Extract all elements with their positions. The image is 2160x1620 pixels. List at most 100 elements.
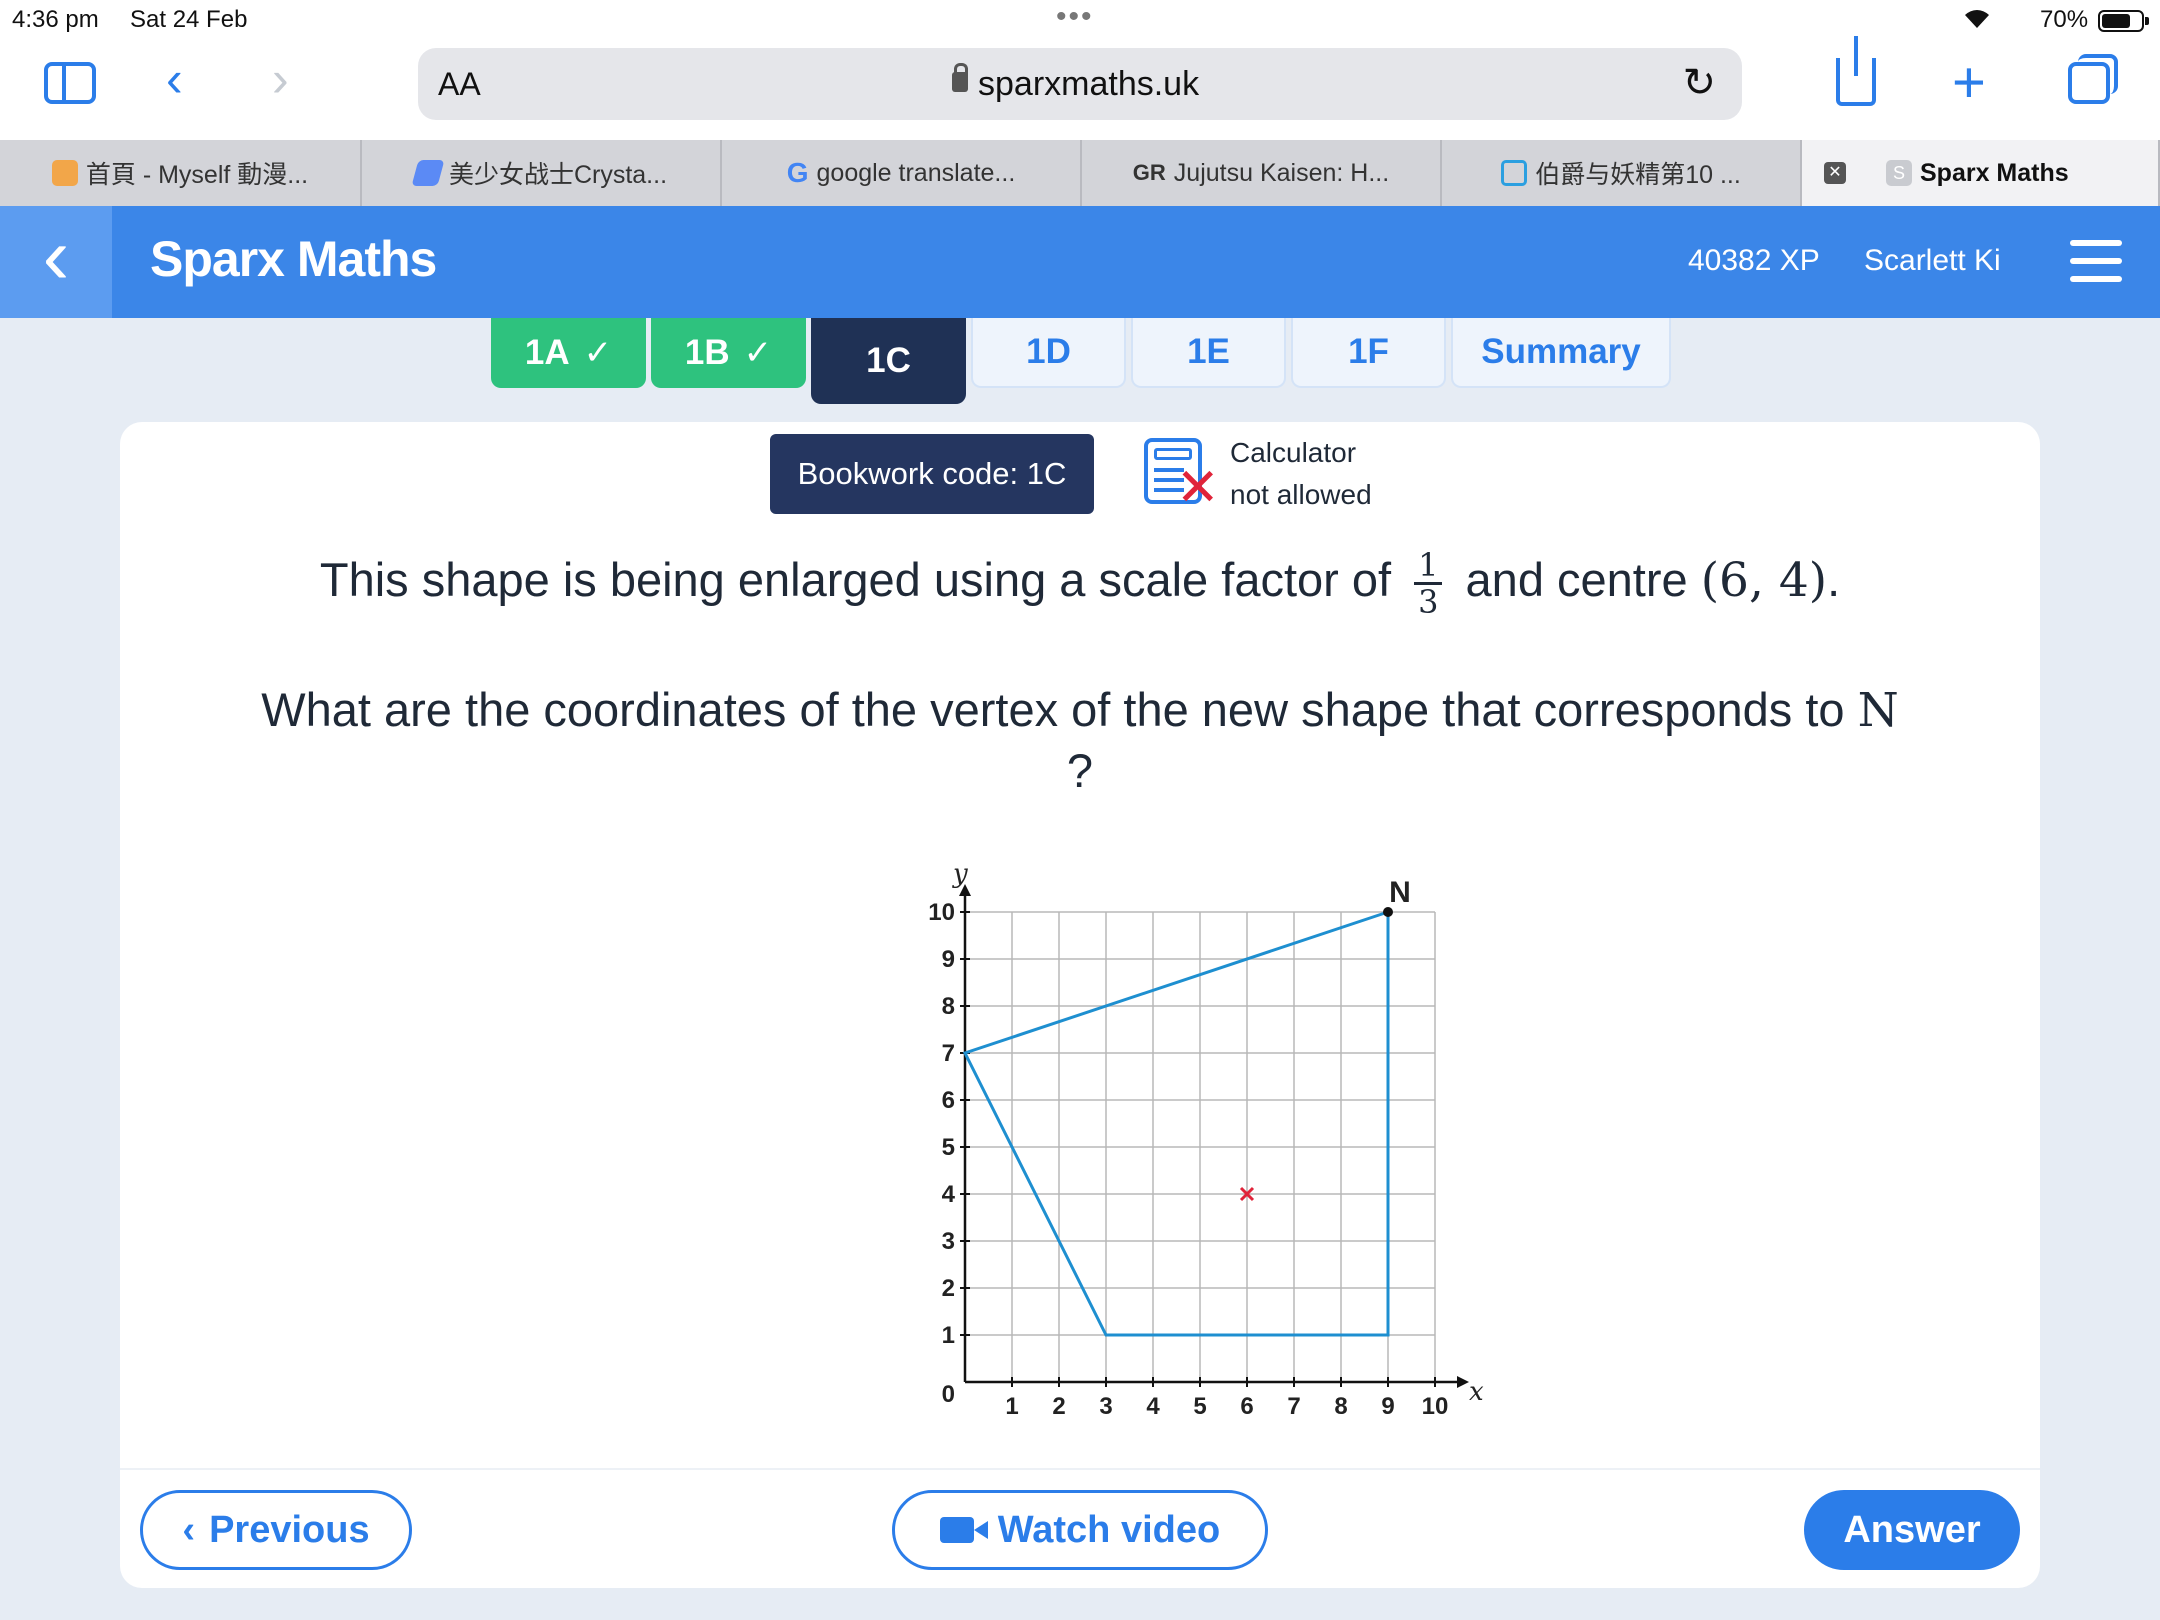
y-tick-label: 2 <box>942 1275 955 1302</box>
x-tick-label: 7 <box>1287 1393 1300 1420</box>
question-line-2: What are the coordinates of the vertex o… <box>180 680 1980 801</box>
x-tick-label: 8 <box>1334 1393 1347 1420</box>
answer-label: Answer <box>1843 1508 1981 1551</box>
browser-tab-jujutsu[interactable]: GR Jujutsu Kaisen: H... <box>1082 140 1442 206</box>
wifi-icon <box>1962 6 1992 37</box>
share-icon[interactable] <box>1836 36 1876 106</box>
browser-tab-google-translate[interactable]: G google translate... <box>722 140 1082 206</box>
tab-overview-icon[interactable] <box>2068 54 2118 104</box>
video-camera-icon <box>939 1517 988 1543</box>
xp-counter: 40382 XP <box>1688 244 1820 277</box>
browser-tab-bilibili[interactable]: 伯爵与妖精第10 ... <box>1442 140 1802 206</box>
watch-video-label: Watch video <box>997 1508 1221 1551</box>
hamburger-menu-icon[interactable] <box>2070 240 2122 286</box>
y-tick-label: 9 <box>942 946 955 973</box>
fraction-numerator: 1 <box>1414 548 1443 585</box>
y-tick-label: 4 <box>942 1181 956 1208</box>
tab-1c[interactable]: 1C <box>811 318 966 404</box>
vertex-name: N <box>1857 683 1899 738</box>
calculator-label: Calculator <box>1230 437 1357 468</box>
calculator-not-allowed-icon: ✕ <box>1144 438 1220 514</box>
tab-label: 1A <box>524 333 570 372</box>
shape-outline <box>962 909 1390 1337</box>
x-tick-label: 4 <box>1146 1393 1160 1420</box>
y-tick-label: 10 <box>928 899 955 926</box>
browser-tab-sparx[interactable]: ✕ S Sparx Maths <box>1802 140 2160 206</box>
y-tick-label: 8 <box>942 993 955 1020</box>
browser-forward-icon[interactable]: › <box>272 54 289 104</box>
browser-toolbar: ‹ › AA sparxmaths.uk ↻ + <box>0 36 2160 140</box>
google-favicon-icon: G <box>786 157 809 188</box>
chevron-left-icon: ‹ <box>182 1508 196 1551</box>
y-tick-label: 6 <box>942 1087 955 1114</box>
vertex-n-label: N <box>1389 876 1411 909</box>
tab-label: 1C <box>866 341 911 380</box>
new-tab-icon[interactable]: + <box>1952 54 1986 112</box>
status-date: Sat 24 Feb <box>130 6 248 33</box>
coordinate-graph: 1 2 3 4 5 6 7 8 9 10 1 2 3 4 5 6 7 8 9 10 0 x y N <box>928 859 1484 1420</box>
tab-label: Summary <box>1481 332 1641 371</box>
tab-1e[interactable]: 1E <box>1131 318 1286 388</box>
calculator-status: Calculator not allowed <box>1230 432 1372 516</box>
watch-video-button[interactable]: Watch video <box>892 1490 1268 1570</box>
user-name[interactable]: Scarlett Ki <box>1864 244 2001 278</box>
status-bar: 4:36 pm Sat 24 Feb ••• 70% <box>0 0 2160 40</box>
lock-icon <box>952 63 968 92</box>
x-tick-label: 5 <box>1193 1393 1206 1420</box>
y-tick-label: 3 <box>942 1228 955 1255</box>
check-icon: ✓ <box>583 334 613 372</box>
browser-tab-label: 伯爵与妖精第10 ... <box>1535 161 1741 189</box>
browser-tab-label: 美少女战士Crysta... <box>448 161 668 189</box>
answer-button[interactable]: Answer <box>1804 1490 2020 1570</box>
question-text: and centre <box>1465 552 1688 606</box>
browser-tab-label: Jujutsu Kaisen: H... <box>1173 158 1390 187</box>
bookmark-favicon-icon <box>411 160 445 186</box>
browser-tab-label: google translate... <box>816 158 1016 187</box>
question-line-1: This shape is being enlarged using a sca… <box>120 548 2040 619</box>
question-punctuation: . <box>1827 552 1841 606</box>
reader-settings-button[interactable]: AA <box>438 66 481 103</box>
close-tab-icon[interactable]: ✕ <box>1824 162 1846 184</box>
x-tick-label: 10 <box>1422 1393 1449 1420</box>
browser-tab-label: Sparx Maths <box>1920 158 2069 187</box>
chevron-left-icon: ‹ <box>42 211 70 300</box>
tab-label: 1B <box>684 333 730 372</box>
browser-tab-sailor-moon[interactable]: 美少女战士Crysta... <box>362 140 722 206</box>
y-tick-label: 1 <box>942 1322 955 1349</box>
question-text: What are the coordinates of the vertex o… <box>261 683 1845 736</box>
address-bar[interactable]: AA sparxmaths.uk ↻ <box>418 48 1742 120</box>
tab-1b[interactable]: 1B ✓ <box>651 318 806 388</box>
card-divider <box>120 1468 2040 1470</box>
tab-1f[interactable]: 1F <box>1291 318 1446 388</box>
x-tick-label: 6 <box>1240 1393 1253 1420</box>
url-text[interactable]: sparxmaths.uk <box>978 65 1199 104</box>
x-axis-label: x <box>1469 1377 1484 1407</box>
app-header: ‹ Sparx Maths 40382 XP Scarlett Ki <box>0 206 2160 318</box>
gr-favicon-icon: GR <box>1132 160 1166 185</box>
multitask-dots-icon[interactable]: ••• <box>1056 0 1094 34</box>
app-back-button[interactable]: ‹ <box>0 206 112 318</box>
tab-1d[interactable]: 1D <box>971 318 1126 388</box>
x-tick-label: 1 <box>1005 1393 1018 1420</box>
tab-summary[interactable]: Summary <box>1451 318 1671 388</box>
browser-tab-label: 首頁 - Myself 動漫... <box>85 161 309 189</box>
x-tick-label: 9 <box>1381 1393 1394 1420</box>
tab-1a[interactable]: 1A ✓ <box>491 318 646 388</box>
sparx-favicon-icon: S <box>1886 160 1912 186</box>
question-mark: ? <box>1066 744 1094 797</box>
scale-factor-fraction: 1 3 <box>1414 548 1443 621</box>
tab-label: 1D <box>1026 332 1071 371</box>
question-text: This shape is being enlarged using a sca… <box>319 552 1392 606</box>
browser-back-icon[interactable]: ‹ <box>166 54 183 104</box>
bookwork-code-badge: Bookwork code: 1C <box>770 434 1094 514</box>
y-tick-label: 7 <box>942 1040 955 1067</box>
reload-icon[interactable]: ↻ <box>1682 60 1716 106</box>
browser-tab-myself[interactable]: 首頁 - Myself 動漫... <box>0 140 362 206</box>
x-tick-label: 3 <box>1099 1393 1112 1420</box>
sidebar-toggle-icon[interactable] <box>44 62 96 104</box>
fraction-denominator: 3 <box>1418 583 1439 621</box>
check-icon: ✓ <box>743 334 773 372</box>
y-axis-label: y <box>952 859 968 889</box>
y-tick-label: 5 <box>942 1134 955 1161</box>
previous-button[interactable]: ‹ Previous <box>140 1490 412 1570</box>
